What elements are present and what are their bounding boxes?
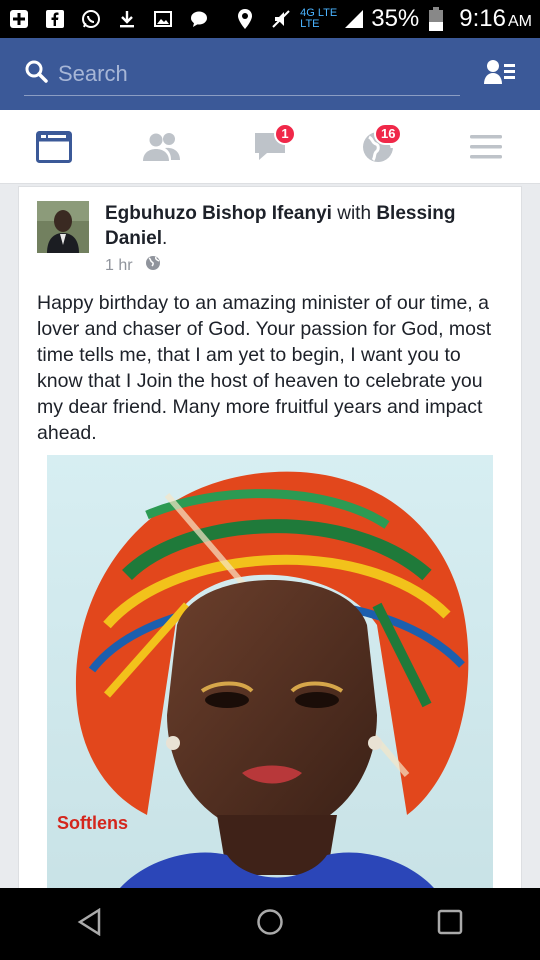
system-nav-bar	[0, 888, 540, 960]
photo-watermark: Softlens	[57, 813, 129, 833]
chat-icon	[188, 8, 210, 30]
search-input[interactable]	[58, 60, 460, 87]
friend-requests-icon	[143, 132, 180, 161]
battery-icon	[425, 7, 447, 31]
facebook-icon	[44, 8, 66, 30]
post-timestamp[interactable]: 1 hr	[105, 257, 133, 275]
back-button[interactable]	[77, 907, 103, 941]
download-icon	[116, 8, 138, 30]
post-photo[interactable]: Softlens	[47, 455, 493, 907]
tab-friend-requests[interactable]	[132, 117, 192, 177]
signal-icon	[343, 8, 365, 30]
friends-list-icon	[484, 59, 515, 84]
photo-illustration	[47, 455, 493, 907]
friends-list-button[interactable]	[484, 59, 516, 90]
tab-news-feed[interactable]	[24, 117, 84, 177]
home-icon	[257, 908, 283, 935]
tab-menu[interactable]	[456, 117, 516, 177]
app-header	[0, 38, 540, 110]
battery-percentage: 35%	[371, 5, 420, 32]
clock-ampm: AM	[508, 13, 532, 30]
post-body: Happy birthday to an amazing minister of…	[37, 292, 492, 444]
public-globe-icon	[145, 255, 161, 276]
post-card: Egbuhuzo Bishop Ifeanyi with Blessing Da…	[18, 186, 522, 907]
recents-button[interactable]	[437, 909, 463, 940]
news-feed-icon	[36, 130, 72, 163]
tab-notifications[interactable]: 16	[348, 117, 408, 177]
home-button[interactable]	[256, 908, 284, 941]
add-icon	[8, 8, 30, 30]
image-icon	[152, 8, 174, 30]
network-sub-label: LTE	[300, 18, 320, 30]
recents-icon	[438, 909, 463, 934]
author-avatar[interactable]	[37, 201, 89, 253]
post-author-name[interactable]: Egbuhuzo Bishop Ifeanyi	[105, 203, 332, 224]
clock-time: 9:16	[459, 5, 506, 32]
notifications-badge: 16	[374, 122, 403, 145]
mute-icon	[270, 8, 292, 30]
search-field[interactable]	[24, 52, 460, 96]
status-bar: 4G LTE LTE 35% 9:16 AM	[0, 0, 540, 38]
tab-bar: 1 16	[0, 110, 540, 184]
whatsapp-icon	[80, 8, 102, 30]
messages-badge: 1	[274, 122, 296, 145]
menu-icon	[470, 134, 502, 158]
post-author-line: Egbuhuzo Bishop Ifeanyi with Blessing Da…	[105, 203, 456, 249]
back-icon	[77, 907, 100, 936]
location-icon	[234, 8, 256, 30]
search-icon	[24, 59, 48, 88]
tab-messages[interactable]: 1	[240, 117, 300, 177]
with-label: with	[337, 203, 372, 224]
